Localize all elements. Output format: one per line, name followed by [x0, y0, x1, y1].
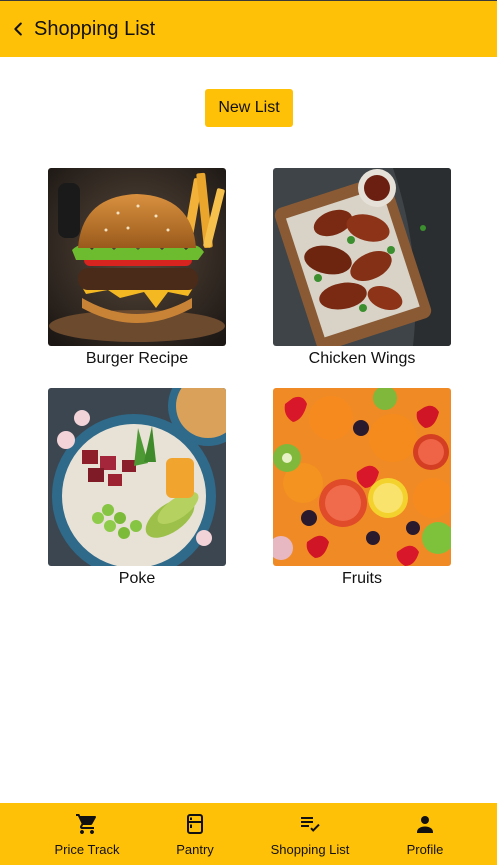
nav-label: Shopping List: [270, 842, 350, 857]
fruits-photo: [273, 388, 451, 566]
list-card-label: Chicken Wings: [308, 350, 416, 367]
person-icon: [417, 816, 433, 833]
new-list-button[interactable]: New List: [205, 89, 293, 127]
list-card-chicken-wings[interactable]: Chicken Wings: [273, 168, 451, 368]
burger-photo: [48, 168, 226, 346]
list-card-poke[interactable]: Poke: [48, 388, 226, 588]
nav-item-shopping-list[interactable]: Shopping List: [262, 803, 358, 865]
poke-bowl-photo: [48, 388, 226, 566]
nav-item-pantry[interactable]: Pantry: [165, 803, 225, 865]
nav-label: Profile: [406, 842, 444, 857]
list-card-label: Fruits: [342, 570, 382, 587]
playlist-check-icon: [301, 817, 320, 832]
back-button[interactable]: [3, 14, 33, 44]
bottom-nav: Price Track Pantry Shopping List Profile: [0, 803, 497, 865]
fridge-icon: [187, 814, 203, 834]
list-card-burger-recipe[interactable]: Burger Recipe: [48, 168, 226, 368]
chevron-left-icon: [14, 22, 22, 36]
list-card-label: Poke: [118, 570, 156, 587]
nav-item-profile[interactable]: Profile: [395, 803, 455, 865]
list-card-fruits[interactable]: Fruits: [273, 388, 451, 588]
nav-item-price-track[interactable]: Price Track: [48, 803, 126, 865]
app-bar: Shopping List: [0, 0, 497, 57]
chicken-wings-photo: [273, 168, 451, 346]
nav-label: Price Track: [54, 842, 120, 857]
cart-icon: [76, 814, 97, 834]
nav-label: Pantry: [176, 842, 214, 857]
list-card-label: Burger Recipe: [85, 350, 189, 367]
page-title: Shopping List: [34, 17, 156, 40]
